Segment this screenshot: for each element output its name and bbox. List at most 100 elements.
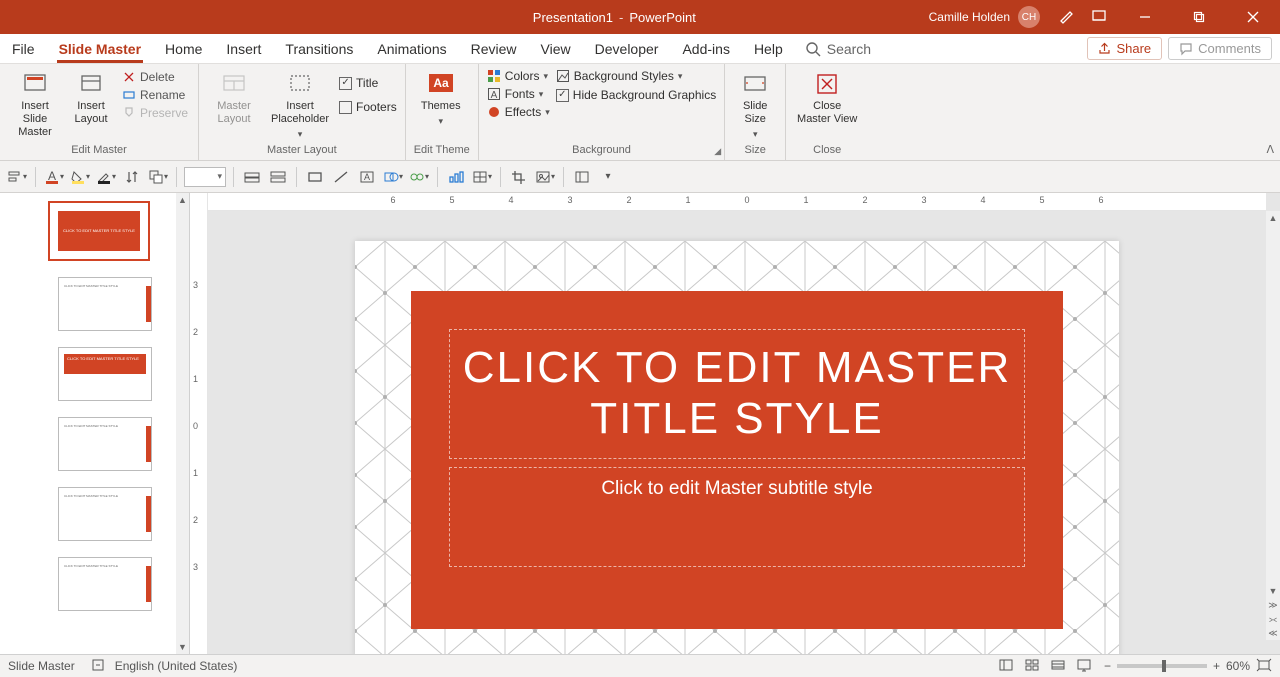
- picture-tool[interactable]: ▾: [534, 166, 556, 188]
- display-options-icon[interactable]: [1090, 7, 1108, 28]
- tab-home[interactable]: Home: [153, 34, 214, 64]
- thumbnails-scrollbar[interactable]: ▲ ▼: [176, 193, 189, 654]
- collapse-ribbon-button[interactable]: ᐱ: [1266, 143, 1274, 156]
- slide-size-button[interactable]: Slide Size▾: [733, 68, 777, 141]
- accessibility-icon[interactable]: [91, 658, 105, 675]
- thumb-layout-1[interactable]: CLICK TO EDIT MASTER TITLE STYLE: [58, 277, 152, 331]
- comments-button[interactable]: Comments: [1168, 37, 1272, 60]
- quick-toolbar: ▾ A▾ ▾ ▾ ▾ ▾ A ▾ ▾ ▾ ▾ ▾: [0, 161, 1280, 193]
- insert-placeholder-button[interactable]: Insert Placeholder▾: [267, 68, 333, 141]
- user-name: Camille Holden: [929, 10, 1010, 24]
- thumb-layout-3[interactable]: CLICK TO EDIT MASTER TITLE STYLE: [58, 417, 152, 471]
- vertical-ruler: 3210123: [190, 193, 208, 654]
- horizontal-ruler: 6543210123456: [208, 193, 1266, 211]
- title-checkbox[interactable]: Title: [339, 74, 397, 92]
- outline-color-button[interactable]: ▾: [95, 166, 117, 188]
- effects-dropdown[interactable]: Effects▾: [487, 104, 550, 120]
- draw-mode-icon[interactable]: [1058, 7, 1076, 28]
- zoom-out-button[interactable]: −: [1104, 659, 1111, 673]
- textbox-tool[interactable]: A: [356, 166, 378, 188]
- thumb-master[interactable]: CLICK TO EDIT MASTER TITLE STYLE: [48, 201, 150, 261]
- footers-checkbox[interactable]: Footers: [339, 98, 397, 116]
- tab-addins[interactable]: Add-ins: [670, 34, 741, 64]
- tab-file[interactable]: File: [0, 34, 47, 64]
- align-objects-button[interactable]: ▾: [6, 166, 28, 188]
- reading-view-button[interactable]: [1050, 658, 1066, 675]
- share-button[interactable]: Share: [1087, 37, 1162, 60]
- fonts-dropdown[interactable]: AFonts▾: [487, 86, 550, 102]
- status-language[interactable]: English (United States): [115, 659, 238, 673]
- tab-transitions[interactable]: Transitions: [273, 34, 365, 64]
- selection-pane-tool[interactable]: [571, 166, 593, 188]
- merge-shapes-1[interactable]: [241, 166, 263, 188]
- slide-canvas[interactable]: CLICK TO EDIT MASTER TITLE STYLE Click t…: [355, 241, 1119, 654]
- arrange-button[interactable]: ▾: [147, 166, 169, 188]
- ribbon-tabs: File Slide Master Home Insert Transition…: [0, 34, 1280, 64]
- normal-view-button[interactable]: [998, 658, 1014, 675]
- window-title: Presentation1-PowerPoint: [300, 10, 929, 25]
- thumb-layout-4[interactable]: CLICK TO EDIT MASTER TITLE STYLE: [58, 487, 152, 541]
- group-size: Size: [733, 142, 777, 160]
- svg-text:A: A: [48, 169, 56, 183]
- line-tool[interactable]: [330, 166, 352, 188]
- master-subtitle-placeholder[interactable]: Click to edit Master subtitle style: [449, 467, 1025, 567]
- table-tool[interactable]: ▾: [471, 166, 493, 188]
- crop-tool[interactable]: [508, 166, 530, 188]
- smartart-tool[interactable]: ▾: [408, 166, 430, 188]
- zoom-in-button[interactable]: +: [1213, 659, 1220, 673]
- tell-me-search[interactable]: Search: [805, 41, 871, 57]
- fill-color-button[interactable]: ▾: [69, 166, 91, 188]
- svg-text:A: A: [364, 172, 370, 182]
- close-button[interactable]: [1230, 0, 1276, 34]
- svg-text:Aa: Aa: [433, 76, 449, 90]
- ribbon: Insert Slide Master Insert Layout Delete…: [0, 64, 1280, 161]
- shape-combo[interactable]: ▾: [184, 167, 226, 187]
- group-background: Background: [487, 142, 716, 160]
- delete-layout-button[interactable]: Delete: [120, 69, 190, 85]
- group-edit-theme: Edit Theme: [414, 142, 470, 160]
- slideshow-view-button[interactable]: [1076, 658, 1092, 675]
- title-bar: Presentation1-PowerPoint Camille Holden …: [0, 0, 1280, 34]
- hide-background-checkbox[interactable]: Hide Background Graphics: [556, 86, 716, 104]
- group-close: Close: [794, 142, 860, 160]
- tab-view[interactable]: View: [529, 34, 583, 64]
- workspace: CLICK TO EDIT MASTER TITLE STYLE CLICK T…: [0, 193, 1280, 654]
- preserve-layout-button[interactable]: Preserve: [120, 105, 190, 121]
- minimize-button[interactable]: [1122, 0, 1168, 34]
- shapes-tool[interactable]: ▾: [382, 166, 404, 188]
- colors-dropdown[interactable]: Colors▾: [487, 68, 550, 84]
- zoom-control[interactable]: − + 60%: [1104, 658, 1272, 675]
- tab-insert[interactable]: Insert: [214, 34, 273, 64]
- themes-button[interactable]: Aa Themes▾: [414, 68, 468, 128]
- tab-animations[interactable]: Animations: [365, 34, 458, 64]
- tab-review[interactable]: Review: [459, 34, 529, 64]
- group-edit-master: Edit Master: [8, 142, 190, 160]
- sort-button[interactable]: [121, 166, 143, 188]
- chart-tool[interactable]: [445, 166, 467, 188]
- background-dialog-launcher[interactable]: ◢: [714, 146, 721, 157]
- slide-sorter-view-button[interactable]: [1024, 658, 1040, 675]
- thumb-layout-5[interactable]: CLICK TO EDIT MASTER TITLE STYLE: [58, 557, 152, 611]
- more-tools[interactable]: ▾: [597, 166, 619, 188]
- font-color-button[interactable]: A▾: [43, 166, 65, 188]
- master-title-placeholder[interactable]: CLICK TO EDIT MASTER TITLE STYLE: [449, 329, 1025, 459]
- group-master-layout: Master Layout: [207, 142, 397, 160]
- status-view-label: Slide Master: [8, 659, 75, 673]
- insert-layout-button[interactable]: Insert Layout: [68, 68, 114, 126]
- master-layout-button: Master Layout: [207, 68, 261, 126]
- close-master-view-button[interactable]: Close Master View: [794, 68, 860, 126]
- editor-vertical-scrollbar[interactable]: ▲ ▼≫⪥≪: [1266, 211, 1280, 640]
- tab-help[interactable]: Help: [742, 34, 795, 64]
- rectangle-tool[interactable]: [304, 166, 326, 188]
- rename-layout-button[interactable]: Rename: [120, 87, 190, 103]
- maximize-button[interactable]: [1176, 0, 1222, 34]
- user-avatar[interactable]: CH: [1018, 6, 1040, 28]
- background-styles-dropdown[interactable]: Background Styles▾: [556, 68, 716, 84]
- insert-slide-master-button[interactable]: Insert Slide Master: [8, 68, 62, 139]
- thumb-layout-2[interactable]: CLICK TO EDIT MASTER TITLE STYLE: [58, 347, 152, 401]
- status-bar: Slide Master English (United States) − +…: [0, 654, 1280, 677]
- merge-shapes-2[interactable]: [267, 166, 289, 188]
- zoom-level[interactable]: 60%: [1226, 659, 1250, 673]
- tab-developer[interactable]: Developer: [583, 34, 671, 64]
- fit-window-button[interactable]: [1256, 658, 1272, 675]
